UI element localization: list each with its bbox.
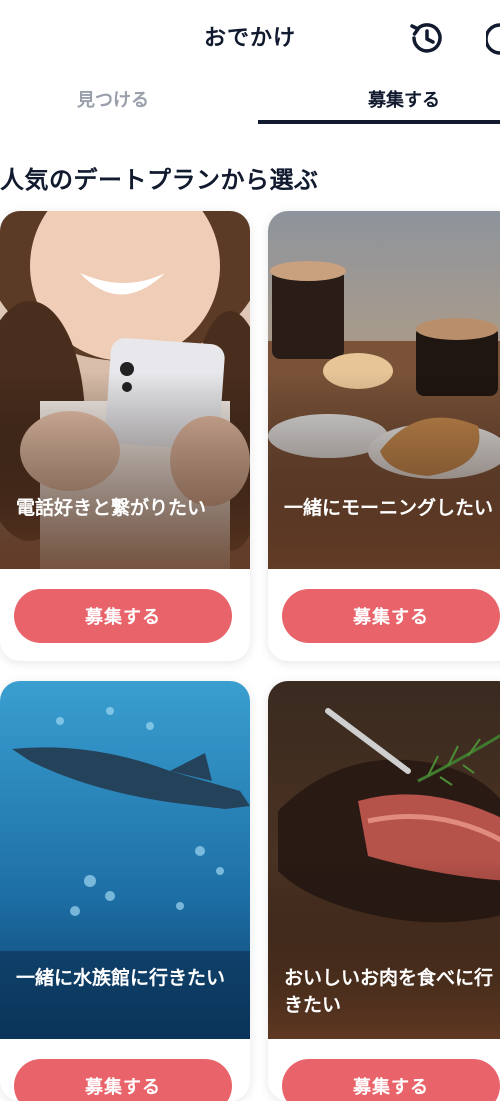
plan-card-meat[interactable]: おいしいお肉を食べに行きたい 募集する bbox=[268, 681, 500, 1101]
history-icon[interactable] bbox=[406, 18, 446, 58]
recruit-button[interactable]: 募集する bbox=[282, 589, 500, 643]
plan-card-aquarium[interactable]: 一緒に水族館に行きたい 募集する bbox=[0, 681, 250, 1101]
tab-find[interactable]: 見つける bbox=[0, 86, 226, 124]
tab-recruit[interactable]: 募集する bbox=[258, 86, 500, 124]
card-label: 一緒に水族館に行きたい bbox=[16, 967, 226, 989]
recruit-button[interactable]: 募集する bbox=[14, 1059, 232, 1101]
card-label: 電話好きと繋がりたい bbox=[16, 497, 207, 519]
card-label: 一緒にモーニングしたい bbox=[284, 497, 494, 519]
app-header: おでかけ bbox=[0, 0, 500, 78]
card-label: おいしいお肉を食べに行きたい bbox=[284, 967, 494, 1016]
recruit-button[interactable]: 募集する bbox=[14, 589, 232, 643]
recruit-button[interactable]: 募集する bbox=[282, 1059, 500, 1101]
plan-card-morning[interactable]: 一緒にモーニングしたい 募集する bbox=[268, 211, 500, 661]
tab-bar: 見つける 募集する bbox=[0, 78, 500, 124]
section-title: 人気のデートプランから選ぶ bbox=[0, 166, 319, 194]
active-tab-indicator bbox=[258, 120, 500, 124]
settings-icon[interactable] bbox=[484, 20, 500, 58]
plan-card-phone[interactable]: 電話好きと繋がりたい 募集する bbox=[0, 211, 250, 661]
